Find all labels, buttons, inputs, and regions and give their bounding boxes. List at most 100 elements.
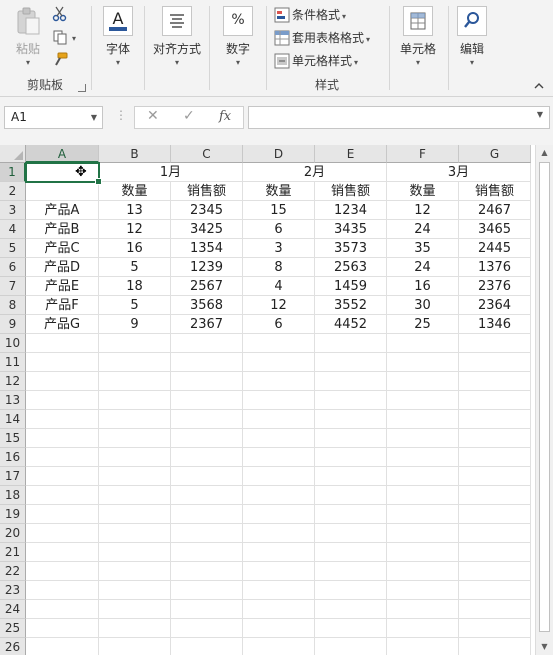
value-cell[interactable]: 1354	[171, 239, 243, 258]
cell[interactable]	[99, 467, 171, 486]
cell[interactable]	[99, 334, 171, 353]
product-name-cell[interactable]: 产品A	[26, 201, 99, 220]
row-header-17[interactable]: 17	[0, 467, 26, 486]
cell[interactable]	[171, 448, 243, 467]
cell[interactable]	[99, 543, 171, 562]
cell[interactable]	[387, 429, 459, 448]
column-header-c[interactable]: C	[171, 145, 243, 163]
row-header-10[interactable]: 10	[0, 334, 26, 353]
cell[interactable]	[387, 467, 459, 486]
cell[interactable]	[243, 486, 315, 505]
cell[interactable]	[99, 429, 171, 448]
column-header-b[interactable]: B	[99, 145, 171, 163]
column-header-e[interactable]: E	[315, 145, 387, 163]
sub-header-cell[interactable]: 数量	[387, 182, 459, 201]
value-cell[interactable]: 2345	[171, 201, 243, 220]
cell[interactable]	[26, 543, 99, 562]
cell[interactable]	[387, 505, 459, 524]
row-header-3[interactable]: 3	[0, 201, 26, 220]
value-cell[interactable]: 18	[99, 277, 171, 296]
value-cell[interactable]: 4	[243, 277, 315, 296]
value-cell[interactable]: 2567	[171, 277, 243, 296]
cell[interactable]	[171, 505, 243, 524]
product-name-cell[interactable]: 产品C	[26, 239, 99, 258]
value-cell[interactable]: 2563	[315, 258, 387, 277]
row-header-22[interactable]: 22	[0, 562, 26, 581]
cell[interactable]	[26, 429, 99, 448]
cell[interactable]	[171, 334, 243, 353]
cell[interactable]	[26, 486, 99, 505]
cell[interactable]	[315, 600, 387, 619]
row-header-16[interactable]: 16	[0, 448, 26, 467]
row-header-20[interactable]: 20	[0, 524, 26, 543]
value-cell[interactable]: 2376	[459, 277, 531, 296]
row-header-5[interactable]: 5	[0, 239, 26, 258]
cell[interactable]	[459, 543, 531, 562]
enter-icon[interactable]: ✓	[183, 108, 195, 124]
cell[interactable]	[99, 391, 171, 410]
expand-formula-bar-icon[interactable]: ▼	[537, 110, 543, 119]
cell[interactable]	[99, 600, 171, 619]
value-cell[interactable]: 4452	[315, 315, 387, 334]
value-cell[interactable]: 3568	[171, 296, 243, 315]
cell[interactable]	[459, 467, 531, 486]
value-cell[interactable]: 3425	[171, 220, 243, 239]
month-header-cell[interactable]: 1月	[99, 163, 243, 182]
scrollbar-thumb[interactable]	[539, 162, 550, 632]
value-cell[interactable]: 6	[243, 315, 315, 334]
cell[interactable]	[387, 562, 459, 581]
cell[interactable]	[99, 562, 171, 581]
value-cell[interactable]: 3435	[315, 220, 387, 239]
cell[interactable]	[459, 391, 531, 410]
cell[interactable]	[387, 524, 459, 543]
cell[interactable]	[387, 353, 459, 372]
cell[interactable]	[171, 543, 243, 562]
cell[interactable]	[315, 486, 387, 505]
cell[interactable]	[387, 448, 459, 467]
row-header-13[interactable]: 13	[0, 391, 26, 410]
cell[interactable]	[459, 448, 531, 467]
sub-header-cell[interactable]: 数量	[243, 182, 315, 201]
value-cell[interactable]: 8	[243, 258, 315, 277]
month-header-cell[interactable]: 2月	[243, 163, 387, 182]
scroll-down-arrow-icon[interactable]: ▼	[536, 639, 553, 655]
cell[interactable]	[171, 581, 243, 600]
format-as-table-button[interactable]: 套用表格格式 ▾	[274, 28, 370, 48]
row-header-11[interactable]: 11	[0, 353, 26, 372]
value-cell[interactable]: 12	[387, 201, 459, 220]
number-button[interactable]: % 数字 ▾	[218, 6, 258, 69]
cancel-icon[interactable]: ✕	[147, 108, 159, 124]
row-header-25[interactable]: 25	[0, 619, 26, 638]
cell[interactable]	[26, 163, 99, 182]
cell[interactable]	[315, 619, 387, 638]
cell[interactable]	[99, 353, 171, 372]
cell[interactable]	[26, 334, 99, 353]
row-header-19[interactable]: 19	[0, 505, 26, 524]
formula-bar-grip-icon[interactable]: ⋮	[115, 108, 127, 122]
cell[interactable]	[171, 410, 243, 429]
column-header-d[interactable]: D	[243, 145, 315, 163]
cell[interactable]	[387, 619, 459, 638]
product-name-cell[interactable]: 产品E	[26, 277, 99, 296]
value-cell[interactable]: 1239	[171, 258, 243, 277]
row-header-2[interactable]: 2	[0, 182, 26, 201]
value-cell[interactable]: 3465	[459, 220, 531, 239]
cell[interactable]	[26, 619, 99, 638]
cell[interactable]	[315, 524, 387, 543]
font-button[interactable]: A 字体 ▾	[98, 6, 138, 69]
value-cell[interactable]: 9	[99, 315, 171, 334]
cell[interactable]	[459, 353, 531, 372]
conditional-format-button[interactable]: 条件格式 ▾	[274, 5, 346, 25]
value-cell[interactable]: 16	[99, 239, 171, 258]
cell[interactable]	[459, 524, 531, 543]
alignment-button[interactable]: 对齐方式 ▾	[150, 6, 204, 69]
product-name-cell[interactable]: 产品D	[26, 258, 99, 277]
cell[interactable]	[459, 334, 531, 353]
cell[interactable]	[171, 429, 243, 448]
cell[interactable]	[459, 638, 531, 655]
sub-header-cell[interactable]: 销售额	[171, 182, 243, 201]
cell[interactable]	[459, 505, 531, 524]
value-cell[interactable]: 1346	[459, 315, 531, 334]
cell[interactable]	[243, 638, 315, 655]
cell[interactable]	[315, 581, 387, 600]
